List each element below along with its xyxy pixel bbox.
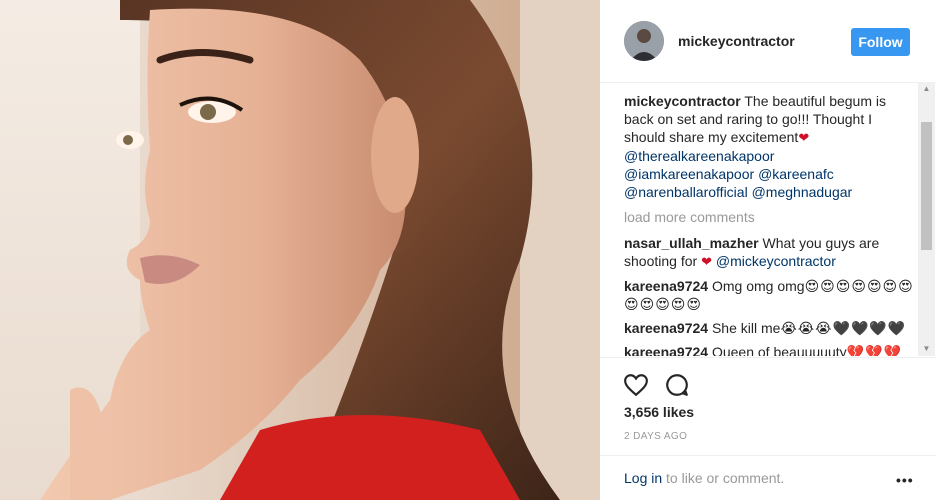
follow-button[interactable]: Follow — [851, 28, 910, 56]
heart-outline-icon[interactable] — [623, 372, 649, 398]
emoji-run: 😭😭😭🖤🖤🖤🖤 — [780, 320, 907, 336]
likes-count[interactable]: 3,656 likes — [624, 404, 694, 420]
post-photo[interactable] — [0, 0, 600, 500]
speech-bubble-icon[interactable] — [664, 372, 690, 398]
mention-link[interactable]: @narenballarofficial — [624, 184, 748, 200]
mention-link[interactable]: @iamkareenakapoor — [624, 166, 754, 182]
avatar[interactable] — [624, 21, 664, 61]
comment-username[interactable]: kareena9724 — [624, 344, 708, 356]
comment-text: Queen of beauuuuuty — [708, 344, 847, 356]
comment-item: kareena9724 Omg omg omg😍😍😍😍😍😍😍😍😍😍😍😍 — [624, 277, 914, 313]
scroll-up-arrow-icon[interactable]: ▲ — [918, 82, 935, 96]
ellipsis-icon[interactable]: ••• — [896, 472, 914, 488]
mention-link[interactable]: @mickeycontractor — [712, 253, 836, 269]
post-actions: 3,656 likes 2 DAYS AGO Log in to like or… — [600, 357, 936, 501]
comment-text: Omg omg omg — [708, 278, 805, 294]
mention-link[interactable]: @therealkareenakapoor — [624, 148, 774, 164]
post-header: mickeycontractor Follow — [600, 0, 936, 83]
comment-item: kareena9724 She kill me😭😭😭🖤🖤🖤🖤 — [624, 319, 914, 337]
login-link[interactable]: Log in — [624, 470, 662, 486]
instagram-post: mickeycontractor Follow mickeycontractor… — [0, 0, 936, 500]
emoji-run: 💔💔💔 — [846, 344, 902, 356]
comment-username[interactable]: kareena9724 — [624, 320, 708, 336]
post-footer: Log in to like or comment. ••• — [600, 455, 936, 502]
caption-username[interactable]: mickeycontractor — [624, 93, 741, 109]
comments-list: mickeycontractor The beautiful begum is … — [624, 92, 914, 356]
comment-text: She kill me — [708, 320, 781, 336]
scrollbar-thumb[interactable] — [921, 122, 932, 250]
post-caption: mickeycontractor The beautiful begum is … — [624, 92, 914, 201]
login-prompt: Log in to like or comment. — [624, 470, 784, 486]
portrait-image — [0, 0, 600, 500]
post-timestamp[interactable]: 2 DAYS AGO — [624, 431, 687, 442]
login-suffix: to like or comment. — [662, 470, 785, 486]
comment-item: nasar_ullah_mazher What you guys are sho… — [624, 234, 914, 271]
load-more-comments-button[interactable]: load more comments — [624, 208, 914, 226]
header-username[interactable]: mickeycontractor — [678, 33, 795, 49]
comment-username[interactable]: nasar_ullah_mazher — [624, 235, 759, 251]
heart-emoji: ❤ — [798, 130, 810, 145]
speech-bubble-icon-glyph — [666, 374, 688, 396]
avatar-image — [624, 21, 664, 61]
post-side-panel: mickeycontractor Follow mickeycontractor… — [600, 0, 936, 500]
scroll-down-arrow-icon[interactable]: ▼ — [918, 342, 935, 356]
heart-emoji: ❤ — [701, 254, 712, 269]
comment-item: kareena9724 Queen of beauuuuuty💔💔💔 — [624, 343, 914, 356]
mention-link[interactable]: @kareenafc — [758, 166, 834, 182]
comment-username[interactable]: kareena9724 — [624, 278, 708, 294]
comments-scrollbar[interactable]: ▲ ▼ — [918, 82, 935, 356]
mention-link[interactable]: @meghnadugar — [752, 184, 853, 200]
heart-outline-icon-glyph — [624, 374, 648, 397]
